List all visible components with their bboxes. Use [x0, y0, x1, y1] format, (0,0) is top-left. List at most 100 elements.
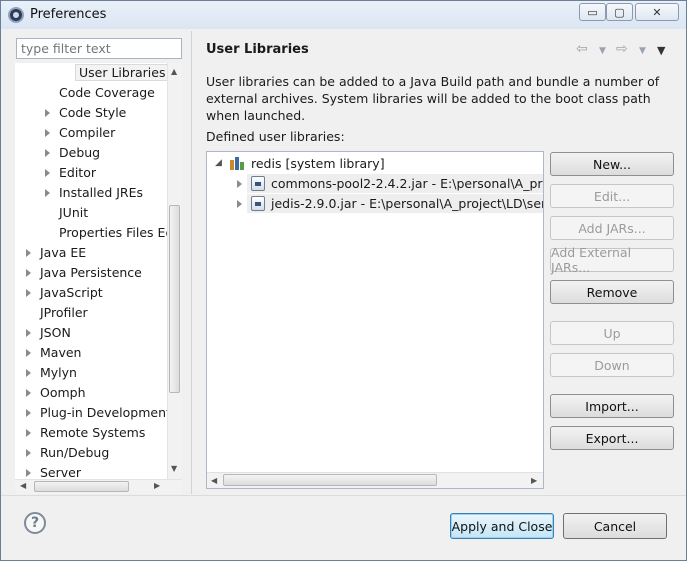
expand-arrow-icon[interactable] [26, 289, 31, 297]
library-label: redis [system library] [251, 156, 385, 171]
tree-item-javascript[interactable]: JavaScript [26, 283, 103, 303]
library-icon [230, 156, 246, 170]
new-button[interactable]: New... [550, 152, 674, 176]
expand-arrow-icon[interactable] [237, 200, 242, 208]
tree-item-label: Server [40, 465, 81, 479]
tree-vertical-scroll-thumb[interactable] [169, 205, 180, 393]
expand-arrow-icon[interactable] [26, 369, 31, 377]
tree-item-label: Run/Debug [40, 445, 110, 460]
tree-item-remote-systems[interactable]: Remote Systems [26, 423, 145, 443]
collapse-arrow-icon[interactable]: ◢ [215, 154, 222, 173]
tree-item-installed-jres[interactable]: Installed JREs [45, 183, 143, 203]
forward-menu-chevron-icon[interactable]: ▼ [639, 46, 646, 56]
tree-item-mylyn[interactable]: Mylyn [26, 363, 77, 383]
tree-item-java-ee[interactable]: Java EE [26, 243, 86, 263]
tree-item-oomph[interactable]: Oomph [26, 383, 86, 403]
tree-item-label: Properties Files Ed [59, 225, 174, 240]
scroll-left-icon[interactable]: ◀ [20, 481, 26, 490]
add-external-jars-button[interactable]: Add External JARs... [550, 245, 674, 275]
help-icon[interactable]: ? [24, 512, 46, 534]
tree-item-label: JavaScript [40, 285, 103, 300]
remove-button[interactable]: Remove [550, 280, 674, 304]
tree-item-junit[interactable]: JUnit [59, 203, 88, 223]
expand-arrow-icon[interactable] [26, 469, 31, 477]
pane-divider[interactable] [191, 31, 192, 494]
forward-arrow-icon[interactable]: ⇨ [616, 41, 628, 57]
expand-arrow-icon[interactable] [26, 329, 31, 337]
tree-horizontal-scroll-thumb[interactable] [34, 481, 129, 492]
defined-libraries-label: Defined user libraries: [206, 129, 345, 144]
scroll-right-icon[interactable]: ▶ [154, 481, 160, 490]
expand-arrow-icon[interactable] [26, 449, 31, 457]
tree-item-run-debug[interactable]: Run/Debug [26, 443, 109, 463]
edit-button[interactable]: Edit... [550, 184, 674, 208]
back-menu-chevron-icon[interactable]: ▼ [599, 46, 606, 56]
tree-item-label: Plug-in Development [40, 405, 171, 420]
preferences-window: Preferences ▭ ▢ ✕ User Libraries Code Co… [0, 0, 687, 561]
down-button[interactable]: Down [550, 353, 674, 377]
expand-arrow-icon[interactable] [26, 269, 31, 277]
filter-input[interactable] [16, 38, 182, 59]
add-jars-button[interactable]: Add JARs... [550, 216, 674, 240]
scroll-down-icon[interactable]: ▼ [171, 464, 177, 473]
jar-label: jedis-2.9.0.jar - E:\personal\A_project\… [271, 196, 544, 211]
minimize-icon: ▭ [587, 5, 598, 19]
tree-item-jprofiler[interactable]: JProfiler [40, 303, 88, 323]
view-menu-icon[interactable]: ▼ [657, 44, 665, 57]
tree-item-label: Installed JREs [59, 185, 144, 200]
import-button[interactable]: Import... [550, 394, 674, 418]
tree-item-plug-in-development[interactable]: Plug-in Development [26, 403, 171, 423]
jar-icon [251, 176, 265, 191]
expand-arrow-icon[interactable] [45, 109, 50, 117]
tree-item-java-persistence[interactable]: Java Persistence [26, 263, 142, 283]
tree-item-label: Code Style [59, 105, 127, 120]
libraries-horizontal-scroll-thumb[interactable] [223, 474, 437, 486]
apply-and-close-button[interactable]: Apply and Close [450, 513, 554, 539]
scroll-left-icon[interactable]: ◀ [211, 476, 217, 485]
tree-item-user-libraries[interactable]: User Libraries [75, 63, 170, 83]
tree-item-label: Maven [40, 345, 82, 360]
tree-item-label: Editor [59, 165, 96, 180]
expand-arrow-icon[interactable] [26, 349, 31, 357]
close-icon: ✕ [652, 5, 662, 19]
minimize-button[interactable]: ▭ [579, 3, 606, 21]
tree-item-label: JUnit [59, 205, 89, 220]
expand-arrow-icon[interactable] [26, 409, 31, 417]
tree-item-maven[interactable]: Maven [26, 343, 81, 363]
expand-arrow-icon[interactable] [26, 429, 31, 437]
scroll-right-icon[interactable]: ▶ [531, 476, 537, 485]
cancel-button[interactable]: Cancel [563, 513, 667, 539]
close-button[interactable]: ✕ [635, 3, 679, 21]
tree-item-label: JProfiler [40, 305, 88, 320]
tree-item-compiler[interactable]: Compiler [45, 123, 115, 143]
jar-label: commons-pool2-2.4.2.jar - E:\personal\A_… [271, 176, 544, 191]
tree-item-label: Compiler [59, 125, 116, 140]
back-arrow-icon[interactable]: ⇦ [576, 41, 588, 57]
tree-item-code-style[interactable]: Code Style [45, 103, 126, 123]
tree-item-json[interactable]: JSON [26, 323, 71, 343]
tree-item-properties-files-editor[interactable]: Properties Files Ed [59, 223, 173, 243]
expand-arrow-icon[interactable] [237, 180, 242, 188]
expand-arrow-icon[interactable] [26, 249, 31, 257]
user-libraries-tree: ◢ redis [system library] commons-pool2-2… [206, 151, 544, 489]
tree-item-label: Code Coverage [59, 85, 155, 100]
scroll-up-icon[interactable]: ▲ [171, 67, 177, 76]
title-bar: Preferences ▭ ▢ ✕ [1, 1, 686, 29]
tree-item-code-coverage[interactable]: Code Coverage [59, 83, 155, 103]
tree-item-debug[interactable]: Debug [45, 143, 100, 163]
expand-arrow-icon[interactable] [45, 129, 50, 137]
maximize-button[interactable]: ▢ [606, 3, 633, 21]
expand-arrow-icon[interactable] [45, 189, 50, 197]
export-button[interactable]: Export... [550, 426, 674, 450]
up-button[interactable]: Up [550, 321, 674, 345]
maximize-icon: ▢ [614, 5, 625, 19]
expand-arrow-icon[interactable] [26, 389, 31, 397]
expand-arrow-icon[interactable] [45, 149, 50, 157]
window-title: Preferences [30, 7, 107, 22]
jar-icon [251, 196, 265, 211]
tree-item-label: Remote Systems [40, 425, 146, 440]
tree-item-editor[interactable]: Editor [45, 163, 96, 183]
page-description: User libraries can be added to a Java Bu… [206, 74, 660, 123]
tree-item-server[interactable]: Server [26, 463, 81, 479]
expand-arrow-icon[interactable] [45, 169, 50, 177]
